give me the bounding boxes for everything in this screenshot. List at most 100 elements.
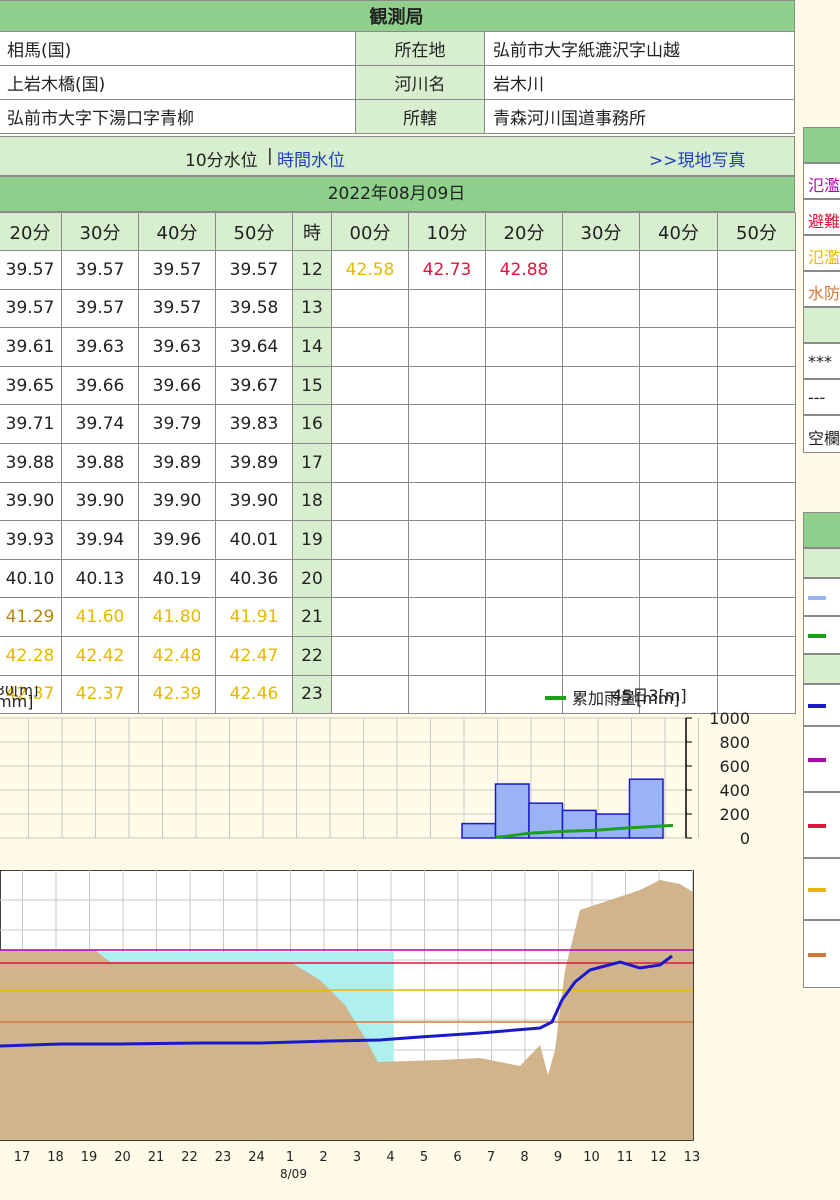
level-cell	[485, 635, 563, 676]
water-unit-overlap: 45日3[m]	[612, 686, 687, 705]
level-cell: 39.79	[138, 404, 216, 444]
level-cell	[485, 404, 563, 444]
y-tick-label: 1000	[709, 709, 750, 728]
level-cell	[717, 327, 796, 367]
x-tick-label: 13	[684, 1150, 701, 1165]
level-cell: 39.90	[138, 481, 216, 522]
level-cell: 39.63	[138, 327, 216, 367]
level-cell	[331, 365, 409, 406]
site-photo-link[interactable]: >>現地写真	[649, 146, 746, 171]
level-cell	[562, 365, 640, 406]
level-cell	[717, 481, 796, 522]
col-header: 10分	[408, 212, 486, 251]
date-bar: 2022年08月09日	[0, 176, 795, 212]
x-tick-label: 5	[420, 1150, 428, 1165]
legend-label: 水防	[808, 284, 840, 303]
col-header: 50分	[215, 212, 293, 251]
level-cell	[331, 520, 409, 560]
tab-hourly-link[interactable]: 時間水位	[277, 146, 345, 171]
x-tick-label: 20	[114, 1150, 131, 1165]
level-cell: 39.74	[61, 404, 139, 444]
level-cell: 39.65	[0, 365, 62, 406]
level-cell	[639, 442, 718, 483]
level-cell: 42.28	[0, 635, 62, 676]
level-cell	[408, 558, 486, 599]
legend-cell: 氾濫	[803, 163, 840, 199]
level-cell: 39.57	[138, 288, 216, 329]
legend-swatch	[808, 704, 826, 708]
level-cell	[408, 442, 486, 483]
col-header: 00分	[331, 212, 409, 251]
level-cell	[639, 558, 718, 599]
level-cell	[717, 404, 796, 444]
level-cell: 39.58	[215, 288, 293, 329]
level-cell	[331, 481, 409, 522]
level-cell	[639, 327, 718, 367]
level-cell	[331, 404, 409, 444]
station-info-table: 観測局 相馬(国) 所在地 弘前市大字紙漉沢字山越 上岩木橋(国) 河川名 岩木…	[0, 0, 795, 134]
level-cell	[717, 442, 796, 483]
level-cell	[562, 288, 640, 329]
legend-label: ***	[808, 352, 832, 371]
water-level-table: 20分 30分 40分 50分時 00分 10分 20分 30分 40分 50分 39.57 39.…	[0, 212, 796, 715]
x-tick-label: 19	[81, 1150, 98, 1165]
hour-cell: 18	[292, 481, 332, 522]
x-tick-label: 10	[583, 1150, 600, 1165]
level-cell	[639, 597, 718, 637]
level-cell: 39.93	[0, 520, 62, 560]
x-tick-label: 1	[286, 1150, 294, 1165]
level-cell	[562, 250, 640, 290]
y-tick-label: 0	[740, 829, 750, 848]
level-cell: 39.90	[215, 481, 293, 522]
level-cell	[639, 635, 718, 676]
tab-10min[interactable]: 10分水位	[185, 146, 258, 171]
level-cell: 39.88	[61, 442, 139, 483]
level-cell	[331, 597, 409, 637]
x-tick-label: 23	[215, 1150, 232, 1165]
related-station: 上岩木橋(国)	[0, 65, 356, 100]
level-cell	[562, 635, 640, 676]
level-cell	[639, 404, 718, 444]
rain-bar	[561, 809, 597, 839]
legend-cell	[803, 127, 840, 163]
level-cell: 41.91	[215, 597, 293, 637]
legend-cell: ---	[803, 379, 840, 415]
level-cell	[485, 558, 563, 599]
level-cell: 39.57	[61, 288, 139, 329]
level-cell	[562, 558, 640, 599]
level-cell	[408, 404, 486, 444]
legend-cell	[803, 858, 840, 920]
level-cell	[408, 365, 486, 406]
level-cell: 39.64	[215, 327, 293, 367]
level-cell	[408, 520, 486, 560]
y-tick-label: 600	[719, 757, 750, 776]
level-cell: 41.80	[138, 597, 216, 637]
date-axis-label: 8/09	[280, 1167, 307, 1181]
level-cell	[639, 520, 718, 560]
address-value: 弘前市大字下湯口字青柳	[0, 99, 356, 134]
level-cell: 40.01	[215, 520, 293, 560]
level-cell	[331, 558, 409, 599]
x-tick-label: 3	[353, 1150, 361, 1165]
level-cell: 39.57	[0, 250, 62, 290]
level-cell	[562, 404, 640, 444]
location-value: 弘前市大字紙漉沢字山越	[484, 31, 795, 66]
legend-cell: ***	[803, 343, 840, 379]
hour-cell: 19	[292, 520, 332, 560]
legend-swatch	[808, 888, 826, 892]
level-cell: 39.90	[61, 481, 139, 522]
level-cell	[562, 520, 640, 560]
level-cell: 39.63	[61, 327, 139, 367]
level-cell: 40.13	[61, 558, 139, 599]
location-label: 所在地	[355, 31, 485, 66]
col-header: 40分	[138, 212, 216, 251]
level-cell: 39.89	[138, 442, 216, 483]
level-cell	[408, 481, 486, 522]
col-header: 20分	[485, 212, 563, 251]
rain-bar	[494, 783, 530, 839]
legend-cell	[803, 578, 840, 616]
level-cell: 42.88	[485, 250, 563, 290]
level-cell	[639, 481, 718, 522]
tab-separator: |	[267, 146, 273, 166]
table-row: 39.57 39.57 39.57 39.57 12 42.58 42.73 42.88	[0, 250, 796, 290]
